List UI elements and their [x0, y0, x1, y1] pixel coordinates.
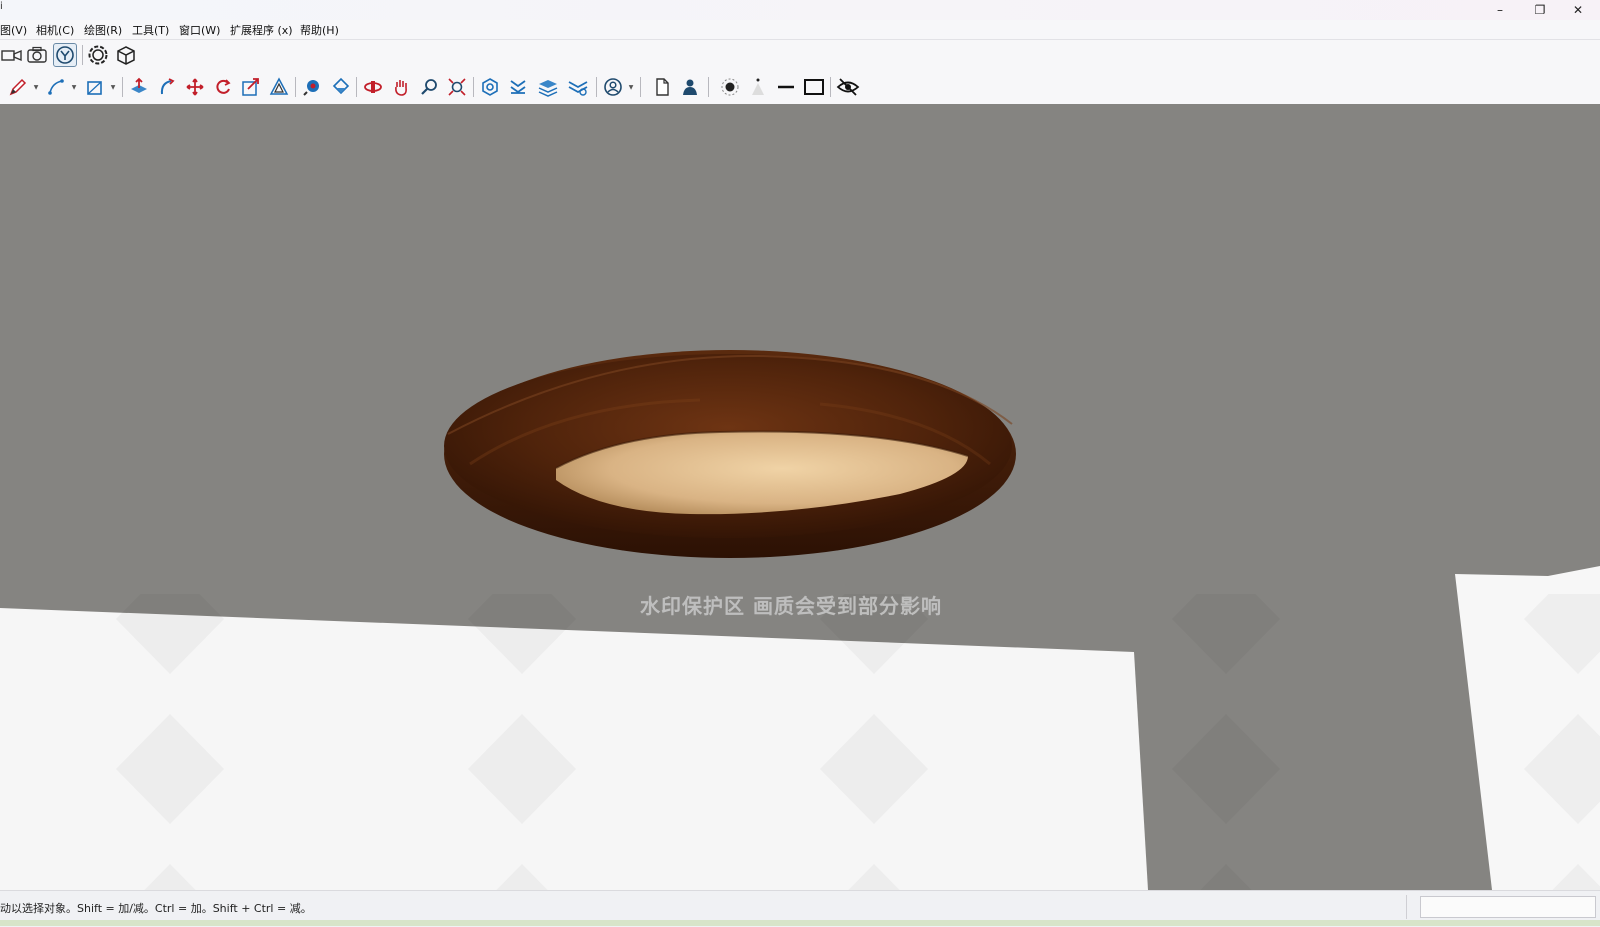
tape-measure-icon[interactable]	[300, 75, 324, 99]
camera-icon[interactable]	[25, 43, 49, 67]
move-icon[interactable]	[183, 75, 207, 99]
new-file-icon[interactable]	[650, 75, 674, 99]
fog-icon[interactable]	[746, 75, 770, 99]
styles-icon[interactable]	[566, 75, 590, 99]
measurements-input[interactable]	[1420, 896, 1596, 918]
cube-icon[interactable]	[114, 43, 138, 67]
toolbar-separator	[356, 77, 357, 97]
close-icon: ✕	[1572, 3, 1584, 17]
toolbar-separator	[122, 77, 123, 97]
menu-help[interactable]: 帮助(H)	[300, 22, 339, 38]
zoom-icon[interactable]	[417, 75, 441, 99]
rectangle-icon[interactable]	[83, 75, 107, 99]
window-title: i	[0, 1, 3, 12]
status-divider	[1406, 895, 1407, 919]
display-section-icon[interactable]	[506, 75, 530, 99]
person-icon[interactable]	[678, 75, 702, 99]
line-style-icon[interactable]	[774, 75, 798, 99]
status-hint: 动以选择对象。Shift = 加/减。Ctrl = 加。Shift + Ctrl…	[0, 902, 312, 915]
rectangle-frame-icon[interactable]	[802, 75, 826, 99]
gear-flower-icon[interactable]	[86, 43, 110, 67]
watermark-text: 水印保护区 画质会受到部分影响	[640, 594, 942, 618]
chevron-down-icon[interactable]: ▼	[70, 83, 78, 91]
model-viewport[interactable]: 水印保护区 画质会受到部分影响	[0, 104, 1600, 890]
follow-me-icon[interactable]	[155, 75, 179, 99]
toolbar-separator	[596, 77, 597, 97]
main-toolbar: ▼ ▼ ▼ ▼	[0, 70, 1600, 105]
scene-canvas	[0, 350, 1600, 890]
ceiling-light	[444, 350, 1016, 558]
hide-icon[interactable]	[836, 75, 860, 99]
section-plane-icon[interactable]	[478, 75, 502, 99]
line-icon[interactable]	[44, 75, 68, 99]
minimize-button[interactable]: –	[1480, 0, 1520, 20]
toolbar-separator	[82, 45, 83, 65]
pan-icon[interactable]	[389, 75, 413, 99]
menu-tools[interactable]: 工具(T)	[132, 22, 169, 38]
toolbar-separator	[295, 77, 296, 97]
menu-window[interactable]: 窗口(W)	[179, 22, 220, 38]
minimize-icon: –	[1497, 3, 1503, 17]
offset-icon[interactable]	[267, 75, 291, 99]
video-camera-icon[interactable]	[0, 43, 24, 67]
taskbar-strip	[0, 920, 1600, 926]
zoom-extents-icon[interactable]	[445, 75, 469, 99]
layers-icon[interactable]	[536, 75, 560, 99]
menu-bar: 图(V) 相机(C) 绘图(R) 工具(T) 窗口(W) 扩展程序 (x) 帮助…	[0, 20, 1600, 40]
restore-button[interactable]: ❐	[1520, 0, 1560, 20]
pencil-icon[interactable]	[6, 75, 30, 99]
watermark-pattern	[0, 594, 1600, 890]
orbit-icon[interactable]	[361, 75, 385, 99]
camera-toolbar	[0, 40, 1600, 70]
shadow-icon[interactable]	[718, 75, 742, 99]
close-button[interactable]: ✕	[1558, 0, 1598, 20]
chevron-down-icon[interactable]: ▼	[109, 83, 117, 91]
chevron-down-icon[interactable]: ▼	[32, 83, 40, 91]
scale-icon[interactable]	[239, 75, 263, 99]
push-pull-icon[interactable]	[127, 75, 151, 99]
toolbar-separator	[473, 77, 474, 97]
toolbar-separator	[708, 77, 709, 97]
title-bar: i – ❐ ✕	[0, 0, 1600, 20]
chevron-down-icon[interactable]: ▼	[627, 83, 635, 91]
rotate-icon[interactable]	[211, 75, 235, 99]
walk-icon[interactable]	[53, 43, 77, 67]
watermark-band: 水印保护区 画质会受到部分影响	[0, 588, 1600, 618]
menu-draw[interactable]: 绘图(R)	[84, 22, 122, 38]
menu-camera[interactable]: 相机(C)	[36, 22, 74, 38]
toolbar-separator	[830, 77, 831, 97]
toolbar-separator	[640, 77, 641, 97]
menu-view[interactable]: 图(V)	[0, 22, 27, 38]
user-icon[interactable]	[601, 75, 625, 99]
menu-extensions[interactable]: 扩展程序 (x)	[230, 22, 293, 38]
paint-bucket-icon[interactable]	[328, 75, 352, 99]
restore-icon: ❐	[1534, 3, 1546, 17]
